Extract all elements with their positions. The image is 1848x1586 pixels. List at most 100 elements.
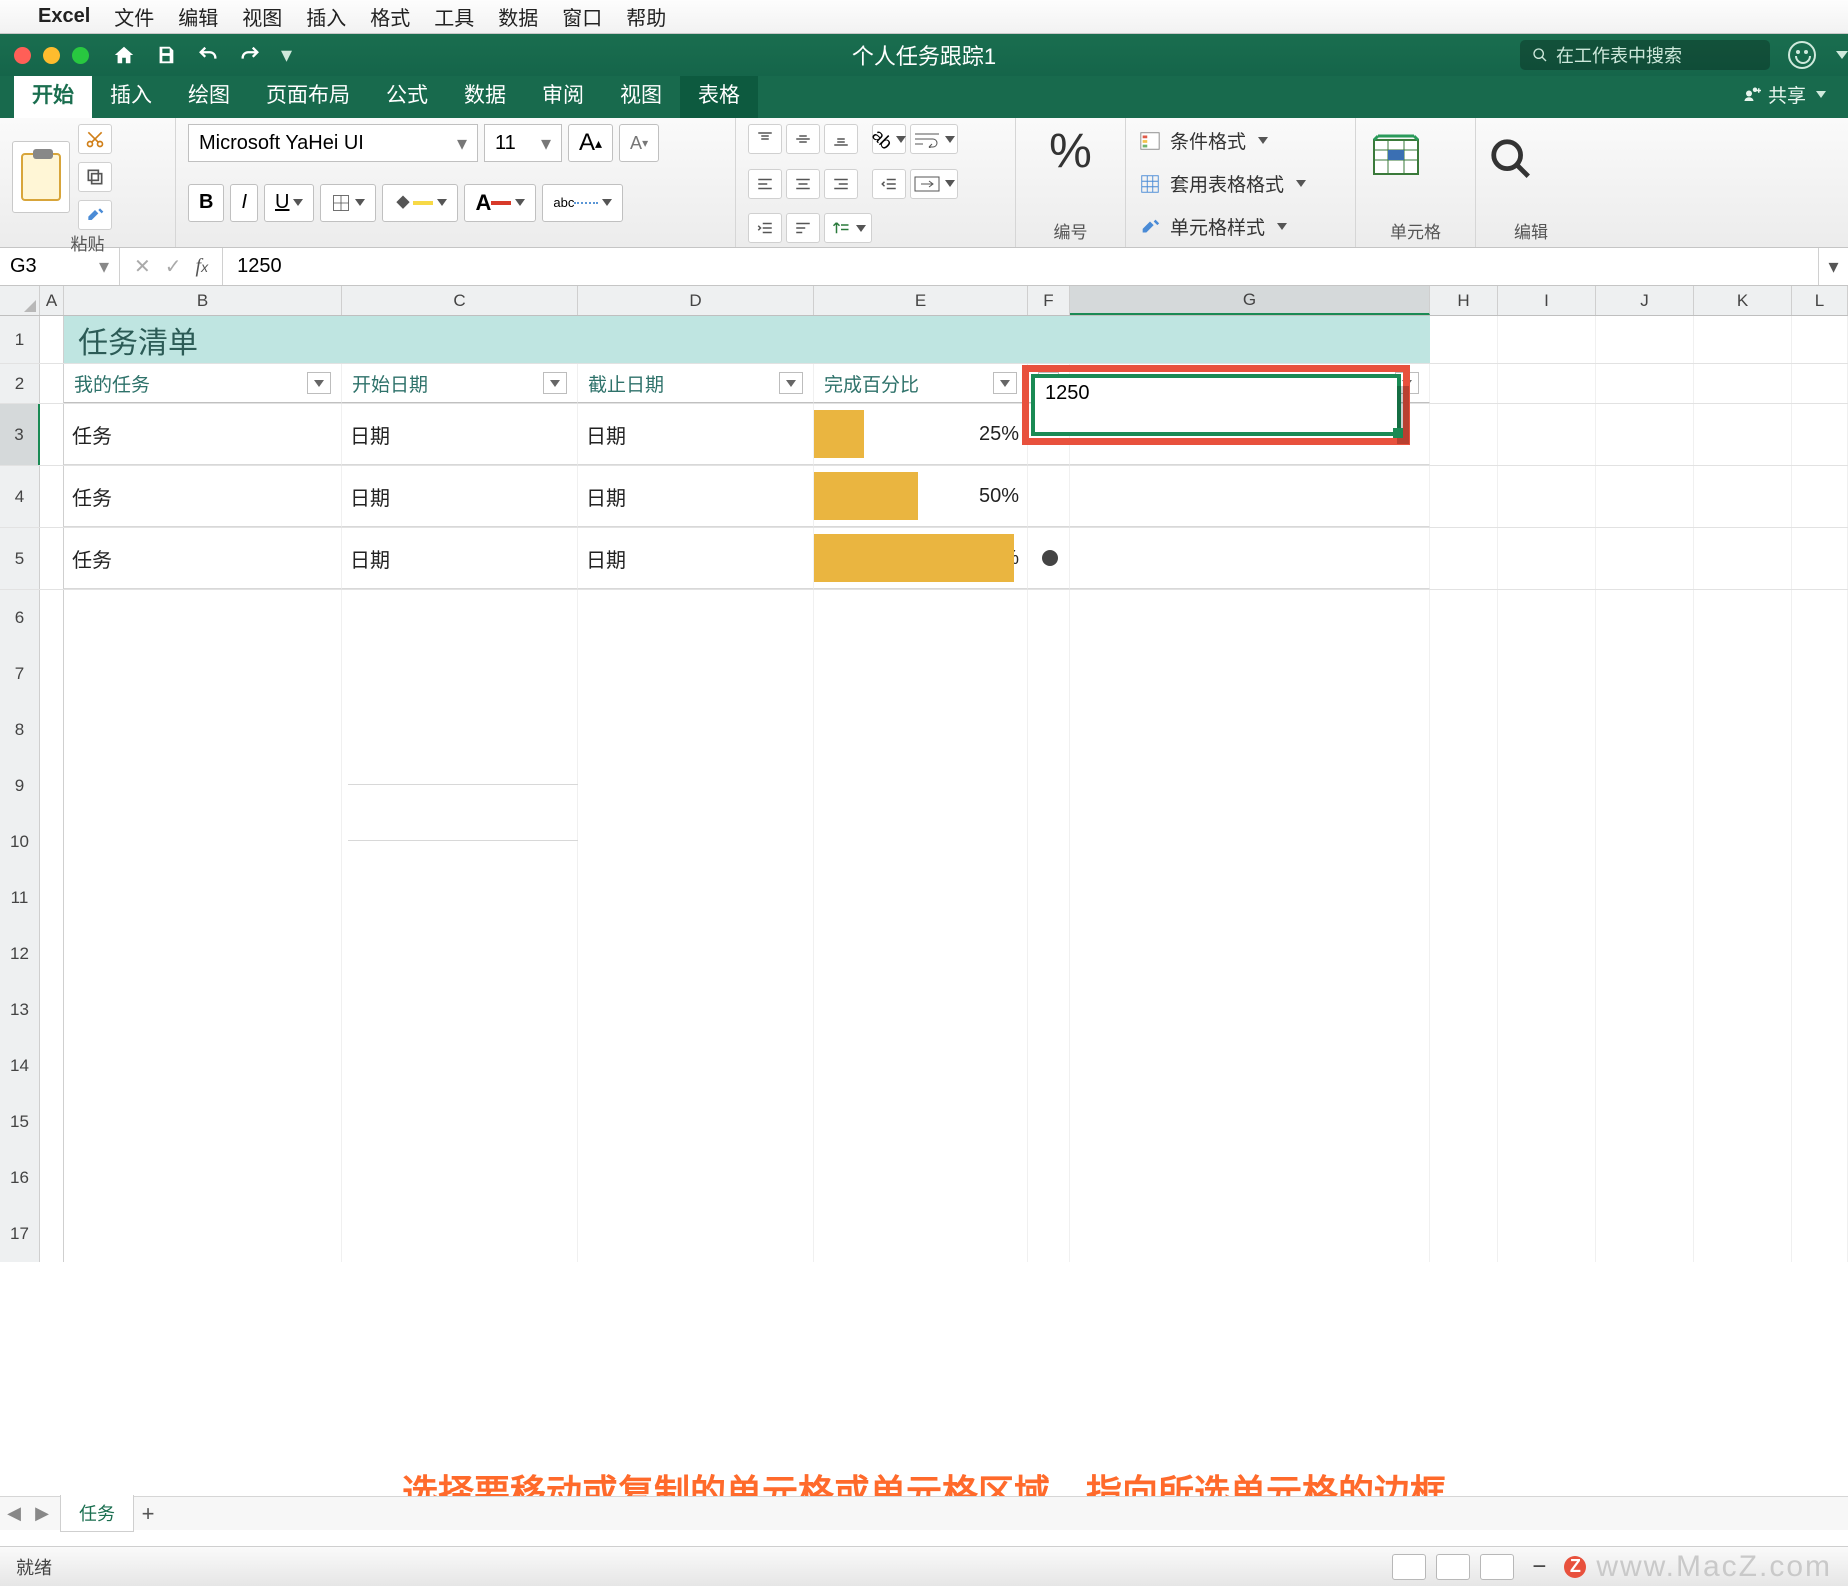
cell-L6[interactable] [1792,590,1848,646]
col-header-C[interactable]: C [342,286,578,315]
cell-G17[interactable] [1070,1206,1430,1262]
cell-G4[interactable] [1070,466,1430,527]
cell-F4[interactable] [1028,466,1070,527]
cell-G10[interactable] [1070,814,1430,870]
cell-G9[interactable] [1070,758,1430,814]
cell-D3[interactable]: 日期 [578,404,814,465]
cell-A7[interactable] [40,646,64,702]
cell-K13[interactable] [1694,982,1792,1038]
cell-F12[interactable] [1028,926,1070,982]
cell-B1[interactable]: 任务清单 [64,316,342,363]
share-button[interactable]: 共享 [1742,81,1848,118]
cell-K11[interactable] [1694,870,1792,926]
cell-H16[interactable] [1430,1150,1498,1206]
phonetic-button[interactable]: abc [542,184,623,222]
cell-D6[interactable] [578,590,814,646]
undo-icon[interactable] [197,44,219,66]
cell-A4[interactable] [40,466,64,527]
cell-J17[interactable] [1596,1206,1694,1262]
cell-F7[interactable] [1028,646,1070,702]
sheet-nav-next[interactable]: ▶ [28,1503,56,1524]
cell-H9[interactable] [1430,758,1498,814]
cell-styles-button[interactable]: 单元格样式 [1138,210,1343,243]
cell-A5[interactable] [40,528,64,589]
cell-G16[interactable] [1070,1150,1430,1206]
spreadsheet-grid[interactable]: ABCDEFGHIJKL 1任务清单2我的任务开始日期截止日期完成百分比备注3任… [0,286,1848,1490]
minimize-icon[interactable] [43,47,60,64]
cell-A8[interactable] [40,702,64,758]
cell-C14[interactable] [342,1038,578,1094]
cell-E13[interactable] [814,982,1028,1038]
cell-K16[interactable] [1694,1150,1792,1206]
row-header-10[interactable]: 10 [0,814,40,870]
cell-L10[interactable] [1792,814,1848,870]
align-right-button[interactable] [824,169,858,199]
cell-C1[interactable] [342,316,578,363]
cell-G7[interactable] [1070,646,1430,702]
page-layout-view-button[interactable] [1436,1554,1470,1580]
align-top-button[interactable] [748,124,782,154]
cell-I6[interactable] [1498,590,1596,646]
cell-L15[interactable] [1792,1094,1848,1150]
cell-G13[interactable] [1070,982,1430,1038]
select-all-corner[interactable] [0,286,40,315]
tab-draw[interactable]: 绘图 [170,72,248,118]
cell-J14[interactable] [1596,1038,1694,1094]
cell-B8[interactable] [64,702,342,758]
cell-C10[interactable] [342,814,578,870]
cell-H8[interactable] [1430,702,1498,758]
cell-J1[interactable] [1596,316,1694,363]
cell-I9[interactable] [1498,758,1596,814]
font-color-button[interactable]: A [464,184,536,222]
cell-K12[interactable] [1694,926,1792,982]
align-center-button[interactable] [786,169,820,199]
cell-C7[interactable] [342,646,578,702]
cell-J8[interactable] [1596,702,1694,758]
cell-B16[interactable] [64,1150,342,1206]
merge-button[interactable] [910,169,958,199]
cell-F9[interactable] [1028,758,1070,814]
cell-D10[interactable] [578,814,814,870]
cell-K10[interactable] [1694,814,1792,870]
font-name-select[interactable]: Microsoft YaHei UI▾ [188,124,478,162]
cell-B6[interactable] [64,590,342,646]
row-header-1[interactable]: 1 [0,316,40,363]
cell-E11[interactable] [814,870,1028,926]
italic-button[interactable]: I [230,184,258,222]
cell-C12[interactable] [342,926,578,982]
cell-B2[interactable]: 我的任务 [64,364,342,403]
cell-L16[interactable] [1792,1150,1848,1206]
cell-I7[interactable] [1498,646,1596,702]
cell-C6[interactable] [342,590,578,646]
close-icon[interactable] [14,47,31,64]
cell-H13[interactable] [1430,982,1498,1038]
cell-H4[interactable] [1430,466,1498,527]
row-header-15[interactable]: 15 [0,1094,40,1150]
col-header-E[interactable]: E [814,286,1028,315]
align-middle-button[interactable] [786,124,820,154]
cell-B15[interactable] [64,1094,342,1150]
sheet-tab[interactable]: 任务 [60,1495,134,1532]
cell-E3[interactable]: 25% [814,404,1028,465]
cell-J13[interactable] [1596,982,1694,1038]
conditional-format-button[interactable]: 条件格式 [1138,124,1343,157]
cell-C13[interactable] [342,982,578,1038]
cell-F8[interactable] [1028,702,1070,758]
cell-A17[interactable] [40,1206,64,1262]
cell-A12[interactable] [40,926,64,982]
percent-icon[interactable]: % [1028,124,1113,179]
cell-C15[interactable] [342,1094,578,1150]
fx-icon[interactable]: fx [196,255,209,278]
cell-C5[interactable]: 日期 [342,528,578,589]
cut-button[interactable] [78,124,112,154]
increase-font-button[interactable]: A▴ [568,124,613,162]
app-name[interactable]: Excel [38,5,90,28]
cell-L3[interactable] [1792,404,1848,465]
cell-F6[interactable] [1028,590,1070,646]
row-header-4[interactable]: 4 [0,466,40,527]
row-header-11[interactable]: 11 [0,870,40,926]
menu-format[interactable]: 格式 [370,2,410,31]
cell-D9[interactable] [578,758,814,814]
cell-L11[interactable] [1792,870,1848,926]
align-left-button[interactable] [748,169,782,199]
